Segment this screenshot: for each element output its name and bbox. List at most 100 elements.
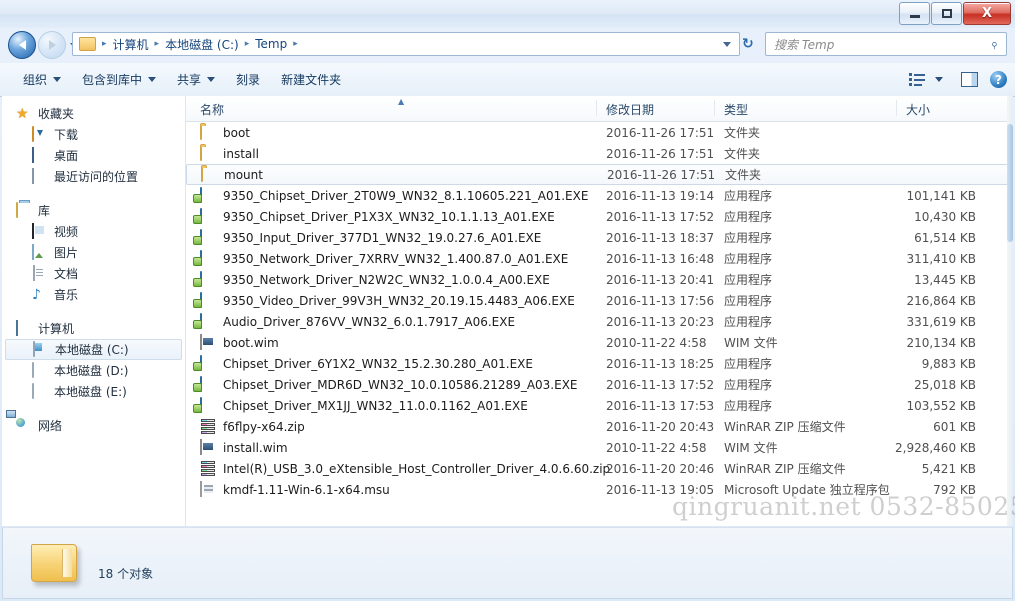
file-date: 2016-11-13 17:53	[606, 398, 715, 413]
sidebar-group-libraries[interactable]: 库	[2, 200, 185, 221]
window-controls: X	[898, 2, 1011, 25]
toolbar-new-folder-button[interactable]: 新建文件夹	[272, 69, 350, 91]
sidebar-item-downloads[interactable]: 下载	[2, 124, 185, 145]
file-type: 文件夹	[724, 147, 761, 161]
sidebar-item-local-disk-c[interactable]: 本地磁盘 (C:)	[5, 339, 182, 360]
change-view-icon[interactable]	[909, 72, 926, 87]
search-box[interactable]: 搜索 Temp ⌕	[765, 32, 1007, 56]
breadcrumb-separator[interactable]: ▸	[241, 39, 254, 49]
minimize-button[interactable]	[899, 2, 930, 25]
status-item-count: 18 个对象	[98, 567, 154, 581]
back-button[interactable]	[8, 31, 36, 59]
file-date: 2016-11-13 20:41	[606, 272, 715, 287]
sidebar-label: 视频	[54, 225, 79, 239]
file-name: boot	[223, 125, 251, 140]
file-name: 9350_Network_Driver_7XRRV_WN32_1.400.87.…	[223, 251, 569, 266]
forward-button[interactable]	[38, 31, 66, 59]
table-row[interactable]: 9350_Network_Driver_7XRRV_WN32_1.400.87.…	[186, 248, 1013, 269]
file-name: Chipset_Driver_MDR6D_WN32_10.0.10586.212…	[223, 377, 578, 392]
toolbar-label: 新建文件夹	[281, 73, 342, 87]
sidebar-group-computer[interactable]: 计算机	[2, 318, 185, 339]
table-row[interactable]: 9350_Chipset_Driver_2T0W9_WN32_8.1.10605…	[186, 185, 1013, 206]
table-row[interactable]: install 2016-11-26 17:51 文件夹	[186, 143, 1013, 164]
file-size: 210,134 KB	[906, 335, 976, 350]
sidebar-item-local-disk-e[interactable]: 本地磁盘 (E:)	[2, 381, 185, 402]
file-type: 应用程序	[724, 231, 773, 245]
toolbar-include-in-library-button[interactable]: 包含到库中	[73, 69, 165, 91]
table-row[interactable]: boot.wim 2010-11-22 4:58 WIM 文件 210,134 …	[186, 332, 1013, 353]
table-row[interactable]: mount 2016-11-26 17:51 文件夹	[186, 164, 1013, 185]
sidebar-item-pictures[interactable]: 图片	[2, 242, 185, 263]
toolbar-share-button[interactable]: 共享	[168, 69, 224, 91]
file-type: WIM 文件	[724, 441, 778, 455]
table-row[interactable]: 9350_Chipset_Driver_P1X3X_WN32_10.1.1.13…	[186, 206, 1013, 227]
breadcrumb-item-computer[interactable]: 计算机	[111, 35, 151, 54]
table-row[interactable]: install.wim 2010-11-22 4:58 WIM 文件 2,928…	[186, 437, 1013, 458]
chevron-down-icon	[148, 77, 157, 82]
address-bar[interactable]: ▸ 计算机 ▸ 本地磁盘 (C:) ▸ Temp ▸	[72, 32, 740, 56]
music-icon: ♪	[32, 286, 41, 303]
preview-pane-icon[interactable]	[961, 72, 978, 87]
back-arrow-icon	[18, 40, 26, 50]
application-icon	[200, 249, 202, 266]
breadcrumb-item-temp[interactable]: Temp	[253, 36, 289, 52]
sidebar-group-network[interactable]: 网络	[2, 415, 185, 436]
forward-arrow-icon	[48, 40, 56, 50]
column-header-date[interactable]: 修改日期	[606, 101, 654, 118]
file-date: 2016-11-20 20:43	[606, 419, 715, 434]
column-header-name[interactable]: 名称	[200, 101, 224, 118]
vertical-scrollbar[interactable]	[1007, 96, 1013, 526]
column-header-size[interactable]: 大小	[906, 101, 930, 118]
view-dropdown-icon[interactable]	[935, 77, 943, 82]
table-row[interactable]: Chipset_Driver_MX1JJ_WN32_11.0.0.1162_A0…	[186, 395, 1013, 416]
refresh-button[interactable]: ↻	[742, 36, 754, 52]
sidebar-group-favorites[interactable]: ★ 收藏夹	[2, 103, 185, 124]
watermark-text: qingruanit.net 0532-85025005	[672, 492, 1015, 521]
pictures-icon	[32, 243, 34, 260]
file-size: 61,514 KB	[914, 230, 976, 245]
toolbar-label: 包含到库中	[82, 73, 143, 87]
sidebar-item-videos[interactable]: 视频	[2, 221, 185, 242]
file-size: 9,883 KB	[921, 356, 976, 371]
desktop-icon	[32, 146, 34, 163]
breadcrumb-separator[interactable]: ▸	[289, 39, 302, 49]
table-row[interactable]: 9350_Video_Driver_99V3H_WN32_20.19.15.44…	[186, 290, 1013, 311]
sidebar-label: 文档	[54, 267, 79, 281]
file-date: 2016-11-13 19:14	[606, 188, 715, 203]
address-dropdown-icon[interactable]	[723, 41, 731, 47]
sidebar-item-music[interactable]: ♪ 音乐	[2, 284, 185, 305]
toolbar-label: 共享	[177, 73, 202, 87]
search-input[interactable]: 搜索 Temp	[766, 36, 991, 53]
table-row[interactable]: 9350_Network_Driver_N2W2C_WN32_1.0.0.4_A…	[186, 269, 1013, 290]
help-icon[interactable]: ?	[990, 71, 1007, 88]
toolbar-organize-button[interactable]: 组织	[14, 69, 70, 91]
toolbar-label: 刻录	[236, 73, 261, 87]
system-drive-icon	[33, 340, 35, 357]
command-toolbar: 组织 包含到库中 共享 刻录 新建文件夹 ?	[0, 63, 1015, 97]
table-row[interactable]: boot 2016-11-26 17:51 文件夹	[186, 122, 1013, 143]
table-row[interactable]: Intel(R)_USB_3.0_eXtensible_Host_Control…	[186, 458, 1013, 479]
sidebar-item-recent-places[interactable]: 最近访问的位置	[2, 166, 185, 187]
breadcrumb-separator[interactable]: ▸	[151, 39, 164, 49]
maximize-button[interactable]	[931, 2, 962, 25]
sidebar-item-documents[interactable]: 文档	[2, 263, 185, 284]
breadcrumb-item-drive-c[interactable]: 本地磁盘 (C:)	[163, 35, 241, 54]
close-button[interactable]: X	[963, 2, 1011, 25]
column-header-type[interactable]: 类型	[724, 101, 748, 118]
sidebar-item-desktop[interactable]: 桌面	[2, 145, 185, 166]
table-row[interactable]: 9350_Input_Driver_377D1_WN32_19.0.27.6_A…	[186, 227, 1013, 248]
scrollbar-thumb[interactable]	[1007, 124, 1013, 242]
table-row[interactable]: Chipset_Driver_6Y1X2_WN32_15.2.30.280_A0…	[186, 353, 1013, 374]
breadcrumb-separator[interactable]: ▸	[98, 39, 111, 49]
table-row[interactable]: Chipset_Driver_MDR6D_WN32_10.0.10586.212…	[186, 374, 1013, 395]
computer-icon	[16, 319, 18, 336]
sidebar-item-local-disk-d[interactable]: 本地磁盘 (D:)	[2, 360, 185, 381]
content-area: ★ 收藏夹 下载 桌面 最近访问的位置 库 视频 图片 文档 ♪ 音乐 计算机 …	[2, 96, 1013, 526]
file-type: 应用程序	[724, 357, 773, 371]
table-row[interactable]: Audio_Driver_876VV_WN32_6.0.1.7917_A06.E…	[186, 311, 1013, 332]
sidebar-label: 计算机	[38, 322, 75, 336]
table-row[interactable]: f6flpy-x64.zip 2016-11-20 20:43 WinRAR Z…	[186, 416, 1013, 437]
chevron-down-icon	[207, 77, 216, 82]
toolbar-burn-button[interactable]: 刻录	[227, 69, 269, 91]
file-date: 2016-11-26 17:51	[607, 167, 716, 182]
